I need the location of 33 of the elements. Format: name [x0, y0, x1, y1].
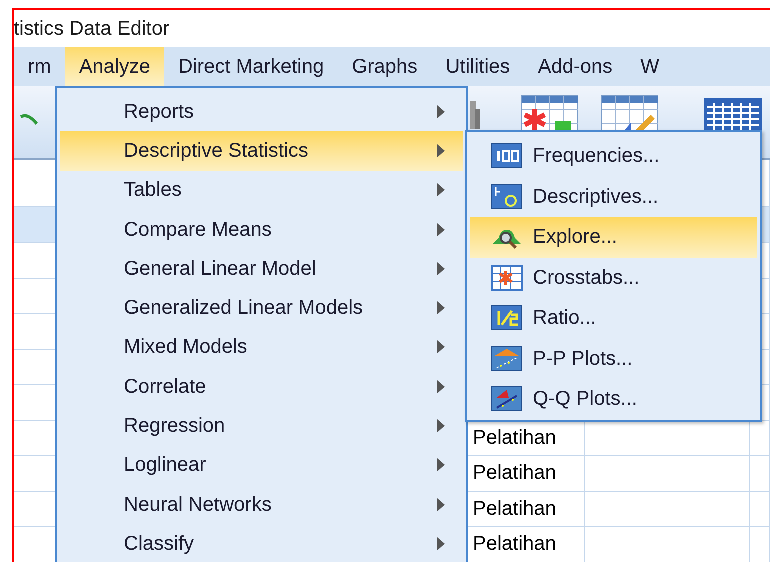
menu-item[interactable]: Tables [60, 170, 463, 210]
menu-item[interactable]: W [626, 47, 674, 86]
curve-icon[interactable] [20, 114, 38, 126]
menu-item[interactable]: Neural Networks [60, 484, 463, 524]
menu-item[interactable]: Ratio... [470, 298, 757, 338]
menu-item[interactable]: Mixed Models [60, 328, 463, 368]
menu-item[interactable]: Crosstabs... [470, 258, 757, 298]
fraction-icon [491, 305, 523, 332]
menu-item[interactable]: Explore... [470, 217, 757, 258]
menu-item[interactable]: Compare Means [60, 210, 463, 250]
menu-item[interactable]: Loglinear [60, 446, 463, 485]
menu-item[interactable]: Analyze [65, 47, 164, 86]
menu-item[interactable]: Q-Q Plots... [470, 379, 757, 420]
menu-item[interactable]: General Linear Model [60, 249, 463, 288]
menu-item[interactable]: Descriptive Statistics [60, 131, 463, 171]
menu-item[interactable]: Direct Marketing [164, 47, 338, 86]
table-cross-icon [491, 264, 523, 291]
menu-item[interactable]: Generalized Linear Models [60, 288, 463, 328]
menu-item[interactable]: Classify [60, 524, 463, 562]
menu-item[interactable]: Regression [60, 406, 463, 446]
menu-item[interactable]: Reports [60, 92, 463, 132]
menu-item[interactable]: rm [14, 47, 66, 86]
plot-icon [491, 346, 523, 372]
plot-icon [491, 386, 523, 412]
menu-item[interactable]: Add-ons [524, 47, 627, 86]
menu-item[interactable]: Graphs [338, 47, 432, 86]
menu-item[interactable]: Descriptives... [470, 176, 757, 217]
menu-item[interactable]: Frequencies... [470, 136, 757, 176]
menu-item[interactable]: Utilities [432, 47, 524, 86]
menu-item[interactable]: Correlate [60, 367, 463, 406]
menu-item[interactable]: P-P Plots... [470, 338, 757, 379]
numbers-icon [491, 143, 523, 170]
window-title: tistics Data Editor [14, 18, 170, 38]
